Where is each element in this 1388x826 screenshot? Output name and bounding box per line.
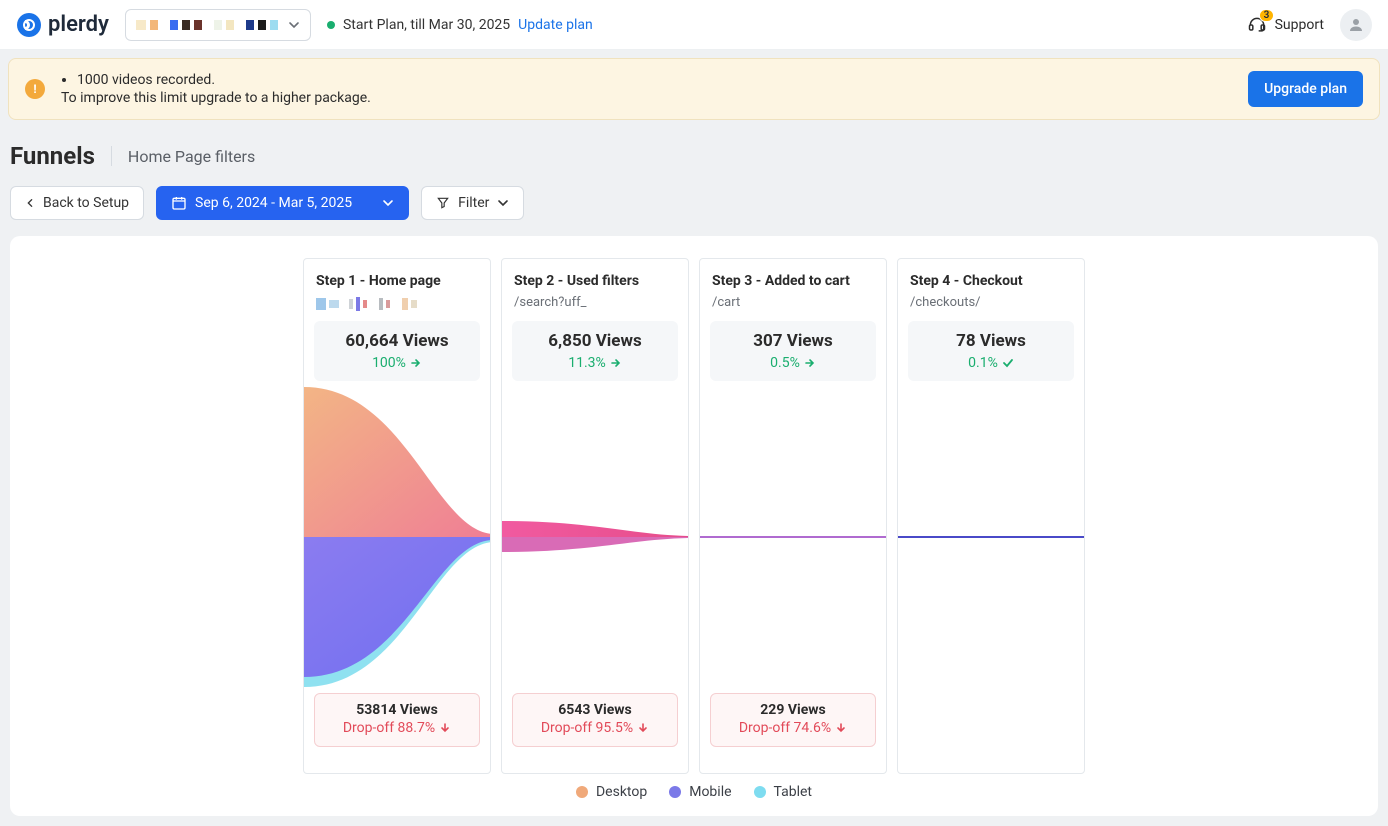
arrow-right-icon	[410, 357, 422, 369]
arrow-right-icon	[610, 357, 622, 369]
chevron-down-icon	[382, 197, 394, 209]
controls-row: Back to Setup Sep 6, 2024 - Mar 5, 2025 …	[0, 186, 1388, 236]
back-label: Back to Setup	[43, 195, 129, 211]
step-title: Step 3 - Added to cart	[712, 273, 874, 289]
plan-status: Start Plan, till Mar 30, 2025 Update pla…	[327, 17, 593, 33]
step-url: /search?uff_	[514, 295, 676, 313]
step-percent: 0.5%	[710, 355, 876, 371]
support-badge: 3	[1259, 9, 1275, 22]
chevron-left-icon	[25, 197, 35, 209]
topbar: plerdy Start Plan, till Mar 30, 2025 Upd…	[0, 0, 1388, 50]
step-metrics: 60,664 Views 100%	[314, 321, 480, 381]
chevron-down-icon	[288, 19, 300, 31]
funnel-card: Step 1 - Home page 60,664 Vi	[10, 236, 1378, 816]
swatch-icon	[576, 786, 588, 798]
site-selector[interactable]	[125, 9, 311, 41]
warning-icon: !	[25, 79, 45, 99]
step-thumbnail	[316, 295, 478, 313]
step-url: /cart	[712, 295, 874, 313]
step-dropoff: 6543 Views Drop-off 95.5%	[512, 693, 678, 747]
filter-button[interactable]: Filter	[421, 186, 524, 220]
upgrade-plan-button[interactable]: Upgrade plan	[1248, 71, 1363, 107]
step-views: 307 Views	[710, 331, 876, 351]
dropoff-percent: Drop-off 88.7%	[315, 720, 479, 736]
page-subtitle: Home Page filters	[128, 147, 255, 166]
filter-icon	[436, 196, 450, 210]
date-range-label: Sep 6, 2024 - Mar 5, 2025	[195, 195, 352, 211]
step-title: Step 1 - Home page	[316, 273, 478, 289]
step-dropoff-empty	[908, 693, 1074, 763]
plan-text: Start Plan, till Mar 30, 2025	[343, 17, 510, 33]
step-percent: 100%	[314, 355, 480, 371]
user-avatar[interactable]	[1340, 9, 1372, 41]
arrow-down-icon	[439, 722, 451, 734]
chart-legend: Desktop Mobile Tablet	[30, 774, 1358, 806]
step-metrics: 6,850 Views 11.3%	[512, 321, 678, 381]
support-button[interactable]: 3 Support	[1247, 15, 1324, 35]
step-metrics: 78 Views 0.1%	[908, 321, 1074, 381]
date-range-button[interactable]: Sep 6, 2024 - Mar 5, 2025	[156, 186, 409, 220]
legend-mobile[interactable]: Mobile	[669, 784, 731, 800]
step-chart	[898, 387, 1084, 687]
step-dropoff: 53814 Views Drop-off 88.7%	[314, 693, 480, 747]
step-metrics: 307 Views 0.5%	[710, 321, 876, 381]
calendar-icon	[171, 195, 187, 211]
chevron-down-icon	[497, 197, 509, 209]
step-views: 78 Views	[908, 331, 1074, 351]
step-title: Step 4 - Checkout	[910, 273, 1072, 289]
dropoff-percent: Drop-off 74.6%	[711, 720, 875, 736]
back-to-setup-button[interactable]: Back to Setup	[10, 186, 144, 220]
arrow-down-icon	[835, 722, 847, 734]
funnel-step-3: Step 3 - Added to cart /cart 307 Views 0…	[699, 258, 887, 774]
dropoff-views: 6543 Views	[513, 702, 677, 718]
user-icon	[1347, 16, 1365, 34]
page-heading: Funnels Home Page filters	[0, 128, 1388, 186]
swatch-icon	[754, 786, 766, 798]
banner-line1: 1000 videos recorded.	[77, 72, 371, 88]
arrow-right-icon	[804, 357, 816, 369]
step-chart	[502, 387, 688, 687]
step-title: Step 2 - Used filters	[514, 273, 676, 289]
status-dot-icon	[327, 21, 335, 29]
legend-desktop[interactable]: Desktop	[576, 784, 647, 800]
check-icon	[1002, 357, 1014, 369]
dropoff-percent: Drop-off 95.5%	[513, 720, 677, 736]
plerdy-icon	[16, 12, 42, 38]
funnel-steps: Step 1 - Home page 60,664 Vi	[30, 258, 1358, 774]
brand-name: plerdy	[48, 12, 109, 37]
upgrade-banner: ! 1000 videos recorded. To improve this …	[8, 58, 1380, 120]
site-thumbnail	[136, 20, 278, 30]
brand-logo[interactable]: plerdy	[16, 12, 109, 38]
funnel-step-1: Step 1 - Home page 60,664 Vi	[303, 258, 491, 774]
step-chart	[304, 387, 490, 687]
funnel-step-4: Step 4 - Checkout /checkouts/ 78 Views 0…	[897, 258, 1085, 774]
step-percent: 11.3%	[512, 355, 678, 371]
banner-text: 1000 videos recorded. To improve this li…	[61, 72, 371, 106]
divider	[111, 146, 112, 166]
arrow-down-icon	[637, 722, 649, 734]
step-percent: 0.1%	[908, 355, 1074, 371]
page-title: Funnels	[10, 142, 95, 170]
step-views: 60,664 Views	[314, 331, 480, 351]
step-chart	[700, 387, 886, 687]
swatch-icon	[669, 786, 681, 798]
step-views: 6,850 Views	[512, 331, 678, 351]
update-plan-link[interactable]: Update plan	[518, 17, 593, 33]
filter-label: Filter	[458, 195, 489, 211]
funnel-step-2: Step 2 - Used filters /search?uff_ 6,850…	[501, 258, 689, 774]
step-url: /checkouts/	[910, 295, 1072, 313]
dropoff-views: 53814 Views	[315, 702, 479, 718]
dropoff-views: 229 Views	[711, 702, 875, 718]
legend-tablet[interactable]: Tablet	[754, 784, 812, 800]
banner-line2: To improve this limit upgrade to a highe…	[61, 90, 371, 106]
step-dropoff: 229 Views Drop-off 74.6%	[710, 693, 876, 747]
support-label: Support	[1275, 17, 1324, 33]
